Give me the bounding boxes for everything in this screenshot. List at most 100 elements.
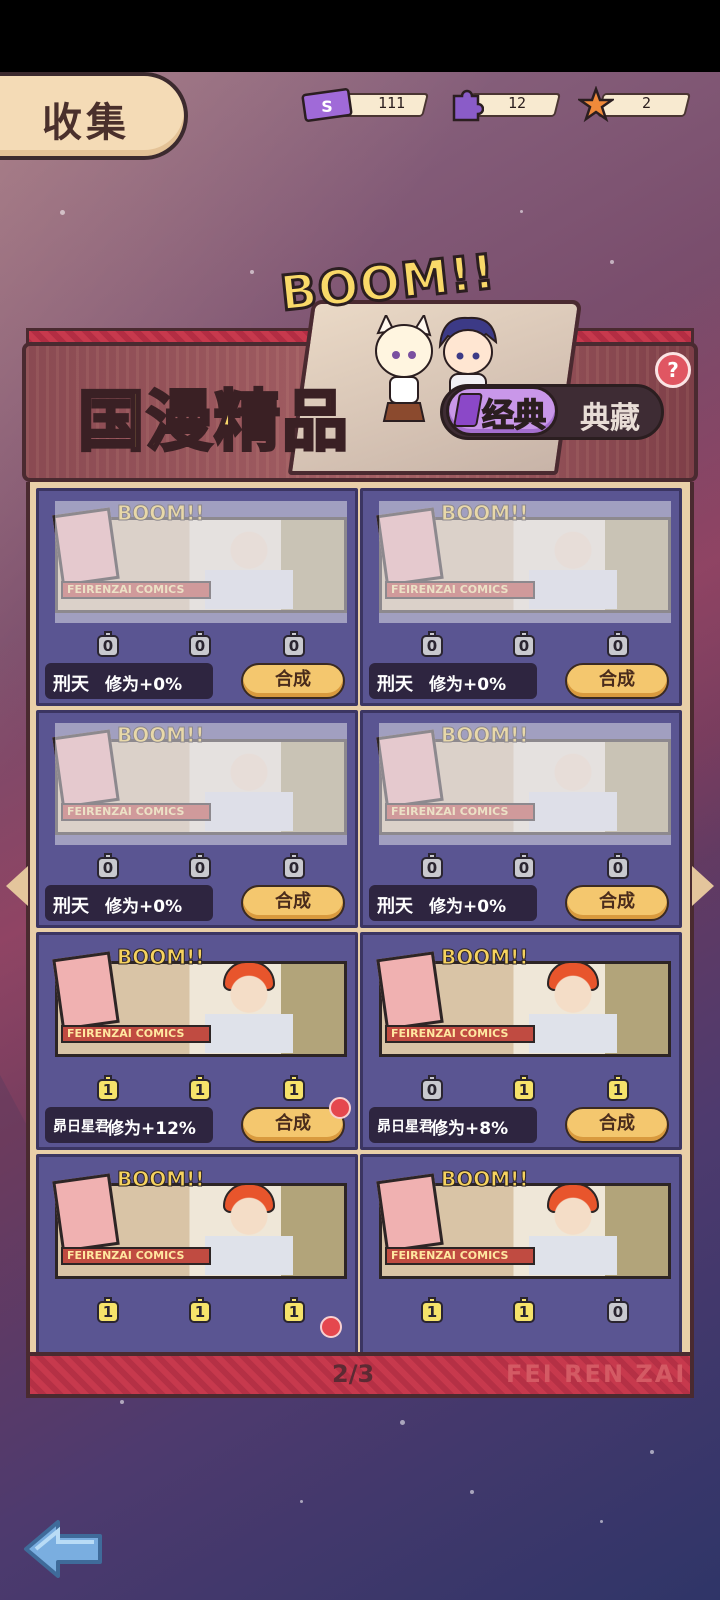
prev-page-arrow[interactable] [6, 866, 28, 906]
page-title: 收集 [42, 100, 130, 146]
card-brand-text: FEIRENZAI COMICS [385, 1025, 535, 1043]
fragment-count: 1 [189, 1301, 211, 1323]
card-artwork: BOOM!!FEIRENZAI COMICS [52, 945, 347, 1067]
comic-cover [52, 1173, 120, 1253]
character-name: 刑天 [377, 896, 413, 917]
fragment-count: 0 [283, 635, 305, 657]
page-indicator: 2/3 [332, 1360, 375, 1388]
collection-card[interactable]: BOOM!! FEIRENZAI COMICS 1 1 1 昴日星君 修为+12% 合成 [36, 932, 358, 1150]
locked-overlay [379, 501, 671, 623]
fragment-count: 0 [421, 1079, 443, 1101]
fragment-count: 1 [513, 1301, 535, 1323]
fragment-count: 1 [189, 1079, 211, 1101]
fragment-counter: 1 [283, 1075, 305, 1101]
card-brand-text: FEIRENZAI COMICS [61, 1247, 211, 1265]
character-name: 昴日星君 [377, 1119, 433, 1135]
fragment-counter: 0 [607, 631, 629, 657]
fragment-count: 1 [283, 1301, 305, 1323]
card-artwork: BOOM!!FEIRENZAI COMICS [376, 1167, 671, 1289]
fragment-counter: 1 [97, 1297, 119, 1323]
fragment-counter: 1 [283, 1297, 305, 1323]
character-name: 刑天 [53, 896, 89, 917]
fragment-counter: 0 [97, 631, 119, 657]
fragment-count: 0 [607, 857, 629, 879]
background-star [60, 210, 65, 215]
collection-card[interactable]: BOOM!!FEIRENZAI COMICS 0 0 0 刑天修为+0% 合成 [36, 710, 358, 928]
cultivation-bonus: 修为+8% [431, 1119, 509, 1139]
character-figure [529, 969, 617, 1053]
cultivation-bonus: 修为+0% [429, 897, 507, 917]
background-star [600, 1520, 603, 1523]
character-name: 昴日星君 [53, 1119, 109, 1135]
svg-text:S: S [321, 97, 333, 116]
background-star [400, 1420, 405, 1425]
character-name: 刑天 [53, 674, 89, 695]
fragment-counter: 1 [97, 1075, 119, 1101]
fragment-counter: 0 [189, 631, 211, 657]
collection-card[interactable]: BOOM!! FEIRENZAI COMICS 0 1 1 昴日星君 修为+8% 合成 [360, 932, 682, 1150]
background-star [250, 270, 254, 274]
currency-tickets[interactable]: S 111 [300, 88, 430, 122]
fragment-counter: 0 [189, 853, 211, 879]
fragment-counter: 0 [283, 631, 305, 657]
background-star [650, 1450, 654, 1454]
back-button[interactable] [22, 1516, 106, 1582]
tab-classic-label: 经典 [481, 395, 547, 435]
comic-cover [52, 951, 120, 1031]
background-star [470, 1490, 474, 1494]
card-boom-text: BOOM!! [440, 945, 529, 970]
currency-value: 111 [378, 94, 406, 112]
currency-value: 2 [642, 94, 652, 112]
collection-card[interactable]: BOOM!!FEIRENZAI COMICS 0 0 0 刑天修为+0% 合成 [360, 710, 682, 928]
background-star [120, 1400, 124, 1404]
puzzle-piece-icon [452, 89, 484, 122]
fragment-counter: 0 [607, 853, 629, 879]
fragment-count: 1 [421, 1301, 443, 1323]
fragment-counter: 1 [513, 1297, 535, 1323]
collection-card[interactable]: BOOM!! FEIRENZAI COMICS 1 1 1 [36, 1154, 358, 1362]
collection-panel: BOOM!!FEIRENZAI COMICS000刑天修为+0%合成BOOM!!… [26, 482, 694, 1366]
fragment-counter: 1 [189, 1297, 211, 1323]
background-star [520, 210, 523, 213]
cultivation-bonus: 修为+12% [107, 1119, 196, 1139]
fragment-count: 0 [421, 635, 443, 657]
fragment-count: 1 [607, 1079, 629, 1101]
fragment-count: 1 [513, 1079, 535, 1101]
notification-dot [329, 1097, 351, 1119]
help-button[interactable]: ? [655, 352, 691, 388]
card-brand-text: FEIRENZAI COMICS [61, 1025, 211, 1043]
fragment-counter: 1 [189, 1075, 211, 1101]
status-bar [0, 0, 720, 72]
synthesize-button[interactable]: 合成 [565, 1107, 669, 1143]
comic-cover [376, 1173, 444, 1253]
currency-puzzle[interactable]: 12 [448, 89, 562, 122]
collection-card[interactable]: BOOM!!FEIRENZAI COMICS 0 0 0 刑天修为+0% 合成 [360, 488, 682, 706]
fragment-counter: 0 [421, 1075, 443, 1101]
fragment-counter: 0 [513, 631, 535, 657]
card-artwork: BOOM!!FEIRENZAI COMICS [376, 501, 671, 623]
card-artwork: BOOM!!FEIRENZAI COMICS [52, 723, 347, 845]
fragment-count: 0 [283, 857, 305, 879]
character-name: 刑天 [377, 674, 413, 695]
card-artwork: BOOM!! FEIRENZAI COMICS [52, 1167, 347, 1289]
fragment-count: 1 [283, 1079, 305, 1101]
collection-card[interactable]: BOOM!! FEIRENZAI COMICS 1 1 0 [360, 1154, 682, 1362]
synthesize-button[interactable]: 合成 [241, 885, 345, 921]
card-artwork: BOOM!!FEIRENZAI COMICS [52, 501, 347, 623]
currency-value: 12 [508, 94, 527, 112]
currency-stars[interactable]: 2 [578, 86, 692, 123]
fragment-counter: 1 [607, 1075, 629, 1101]
fragment-count: 0 [97, 857, 119, 879]
fragment-count: 0 [189, 857, 211, 879]
synthesize-button[interactable]: 合成 [565, 663, 669, 699]
collection-card[interactable]: BOOM!!FEIRENZAI COMICS 0 0 0 刑天修为+0% 合成 [36, 488, 358, 706]
card-boom-text: BOOM!! [116, 1167, 205, 1192]
next-page-arrow[interactable] [692, 866, 714, 906]
tab-collection[interactable]: 典藏 [580, 393, 640, 437]
fragment-count: 0 [607, 635, 629, 657]
comic-cover [376, 951, 444, 1031]
cultivation-bonus: 修为+0% [105, 897, 183, 917]
synthesize-button[interactable]: 合成 [241, 663, 345, 699]
synthesize-button[interactable]: 合成 [565, 885, 669, 921]
card-artwork: BOOM!! FEIRENZAI COMICS [376, 945, 671, 1067]
